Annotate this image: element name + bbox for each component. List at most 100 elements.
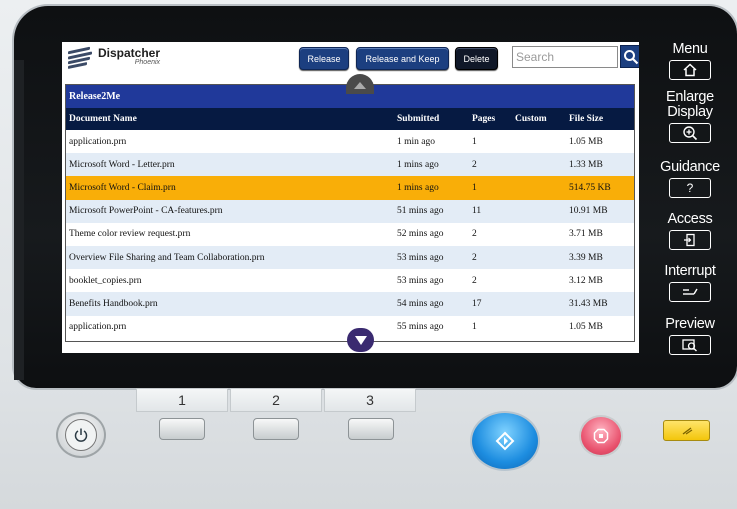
interrupt-key[interactable]: Interrupt: [648, 264, 732, 302]
cell-pages: 1: [472, 322, 477, 333]
preview-icon: [669, 335, 711, 355]
column-header-pages[interactable]: Pages: [469, 108, 512, 130]
app-subtitle: Phoenix: [134, 59, 161, 66]
display-label: Display: [667, 104, 713, 120]
table-row[interactable]: booklet_copies.prn 53 mins ago 2 3.12 MB: [66, 269, 634, 292]
cell-file-size: 1.05 MB: [569, 322, 603, 333]
power-icon: [65, 419, 97, 451]
touch-screen: Dispatcher Phoenix Release Release and K…: [62, 42, 639, 353]
cell-document-name: Microsoft PowerPoint - CA-features.prn: [66, 199, 394, 223]
home-icon: [669, 60, 711, 80]
table-row-selected[interactable]: Microsoft Word - Claim.prn 1 mins ago 1 …: [66, 176, 634, 200]
register-key-2[interactable]: [253, 418, 299, 440]
cell-pages: 17: [469, 292, 512, 316]
table-row[interactable]: Theme color review request.prn 52 mins a…: [66, 223, 634, 246]
register-key-1[interactable]: [159, 418, 205, 440]
cell-pages: 2: [472, 275, 477, 286]
table-row[interactable]: Benefits Handbook.prn 54 mins ago 17 31.…: [66, 292, 634, 316]
cell-pages: 2: [469, 153, 512, 177]
cell-file-size: 514.75 KB: [566, 176, 634, 200]
access-key[interactable]: Access: [648, 212, 732, 250]
cell-custom: [512, 176, 566, 200]
cell-document-name: booklet_copies.prn: [69, 275, 142, 286]
cell-document-name: Theme color review request.prn: [69, 229, 191, 240]
cell-file-size: 1.33 MB: [566, 153, 634, 177]
cell-submitted: 55 mins ago: [397, 322, 444, 333]
reset-button[interactable]: [663, 420, 710, 441]
column-header-custom[interactable]: Custom: [512, 108, 566, 130]
column-header-document-name[interactable]: Document Name: [66, 108, 394, 130]
cell-file-size: 1.05 MB: [569, 136, 603, 147]
delete-button[interactable]: Delete: [455, 47, 498, 70]
release-and-keep-button[interactable]: Release and Keep: [356, 47, 449, 70]
zoom-in-icon: [669, 123, 711, 143]
cell-file-size: 10.91 MB: [566, 199, 634, 223]
guidance-label: Guidance: [660, 159, 720, 175]
stop-button[interactable]: [579, 415, 623, 457]
stop-icon: [593, 428, 609, 444]
cell-document-name: Microsoft Word - Letter.prn: [66, 153, 394, 177]
cell-pages: 1: [469, 176, 512, 200]
cell-custom: [512, 153, 566, 177]
cell-submitted: 52 mins ago: [397, 229, 444, 240]
start-button[interactable]: [470, 411, 540, 471]
cell-document-name: Microsoft Word - Claim.prn: [66, 176, 394, 200]
register-key-label-3: 3: [324, 388, 416, 412]
cell-file-size: 3.39 MB: [566, 245, 634, 270]
cell-submitted: 54 mins ago: [394, 292, 469, 316]
cell-submitted: 53 mins ago: [394, 245, 469, 270]
cell-custom: [512, 199, 566, 223]
cell-document-name: application.prn: [69, 136, 127, 147]
register-key-3[interactable]: [348, 418, 394, 440]
reset-icon: [682, 426, 692, 435]
register-key-label-1: 1: [136, 388, 228, 412]
cell-pages: 2: [469, 245, 512, 270]
cell-custom: [512, 223, 566, 246]
cell-document-name: Benefits Handbook.prn: [66, 292, 394, 316]
bezel-side-strip: [14, 60, 24, 380]
table-row[interactable]: application.prn 1 min ago 1 1.05 MB: [66, 130, 634, 153]
cell-file-size: 31.43 MB: [566, 292, 634, 316]
app-title: Dispatcher: [98, 46, 161, 60]
document-table: Release2Me Document Name Submitted Pages…: [65, 84, 635, 342]
cell-pages: 2: [472, 229, 477, 240]
search-button[interactable]: [620, 45, 639, 68]
scroll-up-icon: [354, 82, 366, 89]
search-input[interactable]: Search: [512, 46, 618, 68]
cell-custom: [512, 292, 566, 316]
cell-submitted: 51 mins ago: [394, 199, 469, 223]
enlarge-display-key[interactable]: Enlarge Display: [648, 90, 732, 143]
cell-document-name: Overview File Sharing and Team Collabora…: [66, 245, 394, 270]
register-key-label-2: 2: [230, 388, 322, 412]
guidance-key[interactable]: Guidance ?: [648, 160, 732, 198]
search-icon: [624, 49, 639, 64]
preview-key[interactable]: Preview: [648, 317, 732, 355]
cell-custom: [512, 269, 566, 292]
table-row[interactable]: Microsoft PowerPoint - CA-features.prn 5…: [66, 199, 634, 223]
cell-submitted: 53 mins ago: [397, 275, 444, 286]
cell-custom: [512, 130, 566, 153]
cell-document-name: application.prn: [69, 322, 127, 333]
app-logo: Dispatcher Phoenix: [68, 46, 161, 70]
scroll-up-button[interactable]: [346, 74, 374, 94]
cell-pages: 11: [469, 199, 512, 223]
cell-custom: [512, 245, 566, 270]
access-icon: [669, 230, 711, 250]
interrupt-label: Interrupt: [664, 263, 716, 279]
scroll-down-icon: [354, 336, 367, 345]
menu-key[interactable]: Menu: [648, 42, 732, 80]
device-panel: Dispatcher Phoenix Release Release and K…: [0, 0, 737, 509]
column-header-file-size[interactable]: File Size: [566, 108, 634, 130]
table-row[interactable]: Overview File Sharing and Team Collabora…: [66, 245, 634, 270]
release-button[interactable]: Release: [299, 47, 349, 70]
power-button[interactable]: [56, 412, 106, 458]
column-header-submitted[interactable]: Submitted: [394, 108, 469, 130]
cell-file-size: 3.12 MB: [569, 275, 603, 286]
question-icon: ?: [669, 178, 711, 198]
access-label: Access: [667, 211, 713, 227]
cell-custom: [512, 316, 566, 339]
table-header-row: Document Name Submitted Pages Custom Fil…: [66, 108, 634, 130]
start-icon: [495, 431, 515, 451]
table-row[interactable]: Microsoft Word - Letter.prn 1 mins ago 2…: [66, 153, 634, 177]
scroll-down-button[interactable]: [347, 328, 374, 352]
